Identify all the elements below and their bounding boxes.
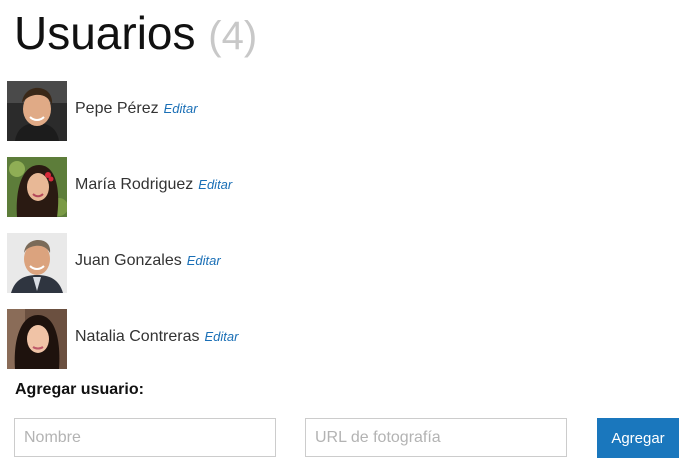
avatar	[7, 309, 67, 369]
man-photo-icon	[7, 233, 67, 293]
user-list: Pepe Pérez Editar María Rodriguez Editar	[7, 81, 238, 385]
add-user-button[interactable]: Agregar	[597, 418, 679, 458]
page-title-text: Usuarios	[14, 7, 196, 59]
avatar	[7, 81, 67, 141]
avatar	[7, 157, 67, 217]
page-title: Usuarios (4)	[14, 3, 257, 66]
woman-photo-icon	[7, 309, 67, 369]
list-item: Natalia Contreras Editar	[7, 309, 238, 369]
man-photo-icon	[7, 81, 67, 141]
user-name: Pepe Pérez	[75, 100, 159, 117]
avatar	[7, 233, 67, 293]
edit-link[interactable]: Editar	[164, 101, 198, 116]
list-item: Pepe Pérez Editar	[7, 81, 238, 141]
user-count: (4)	[208, 14, 258, 58]
user-name: Natalia Contreras	[75, 328, 200, 345]
name-input[interactable]	[14, 418, 276, 457]
edit-link[interactable]: Editar	[187, 253, 221, 268]
list-item: Juan Gonzales Editar	[7, 233, 238, 293]
edit-link[interactable]: Editar	[205, 329, 239, 344]
photo-url-input[interactable]	[305, 418, 567, 457]
edit-link[interactable]: Editar	[198, 177, 232, 192]
woman-photo-icon	[7, 157, 67, 217]
user-name: Juan Gonzales	[75, 252, 182, 269]
list-item: María Rodriguez Editar	[7, 157, 238, 217]
add-user-title: Agregar usuario:	[15, 381, 144, 398]
user-name: María Rodriguez	[75, 176, 194, 193]
